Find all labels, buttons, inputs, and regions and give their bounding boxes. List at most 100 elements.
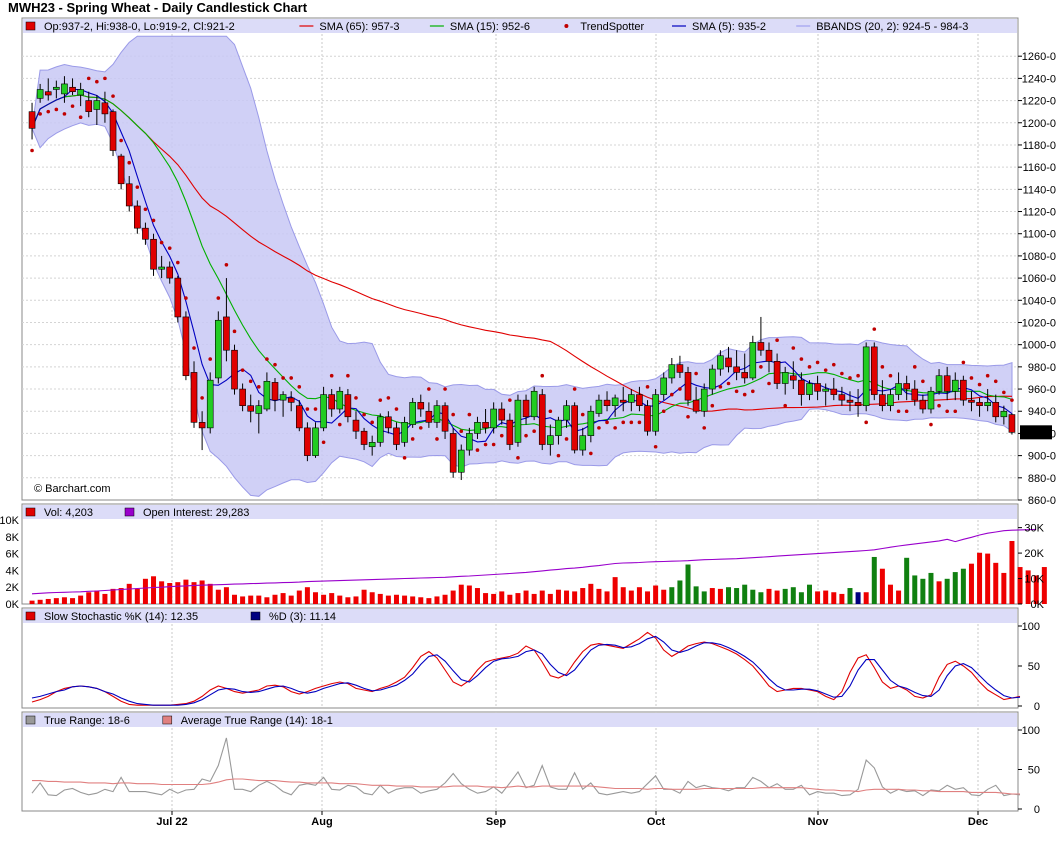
price-tick-label: 1080-0 xyxy=(1022,251,1056,263)
trendspotter-dot xyxy=(70,104,75,108)
volume-bar xyxy=(620,587,626,604)
candle-body xyxy=(595,399,603,414)
trendspotter-dot xyxy=(103,76,107,81)
candle-body xyxy=(223,316,230,351)
stoch-tick-label: 50 xyxy=(1028,661,1040,673)
volume-bar xyxy=(134,588,140,604)
candle-body xyxy=(360,430,368,445)
trendspotter-dot xyxy=(499,433,504,438)
volume-bar xyxy=(968,563,974,604)
candle-body xyxy=(571,405,578,451)
trendspotter-dot xyxy=(580,412,585,417)
volume-bar xyxy=(572,591,578,604)
volume-bar xyxy=(393,594,399,604)
volume-bar xyxy=(823,590,829,604)
volume-bar xyxy=(474,588,480,604)
volume-bar xyxy=(45,598,51,604)
x-axis-label: Aug xyxy=(311,816,332,828)
volume-bar xyxy=(896,590,902,604)
volume-bar xyxy=(928,572,934,604)
candle-body xyxy=(36,89,44,99)
volume-bar xyxy=(199,580,205,604)
volume-bar xyxy=(466,585,472,604)
trendspotter-dot xyxy=(313,407,318,411)
volume-bar xyxy=(677,580,683,604)
candle-body xyxy=(28,111,36,129)
trendspotter-dot xyxy=(548,409,553,414)
trendspotter-dot xyxy=(443,387,447,391)
candle-body xyxy=(506,419,514,445)
trendspotter-dot xyxy=(337,422,342,427)
price-tick-label: 1000-0 xyxy=(1022,340,1056,352)
candle-body xyxy=(684,372,692,401)
candle-body xyxy=(822,388,829,392)
candle-body xyxy=(846,399,854,403)
volume-bar xyxy=(985,553,991,604)
volume-bar xyxy=(61,597,67,604)
candle-body xyxy=(530,390,538,418)
volume-left-tick: 2K xyxy=(6,582,20,594)
candle-body xyxy=(344,394,352,418)
volume-bar xyxy=(402,595,408,604)
volume-bar xyxy=(515,593,521,604)
trendspotter-dot xyxy=(953,409,958,414)
trendspotter-dot xyxy=(208,357,213,361)
volume-bar xyxy=(782,588,788,604)
volume-bar xyxy=(361,589,367,604)
candle-body xyxy=(376,416,384,443)
trendspotter-dot xyxy=(742,392,747,397)
volume-bar xyxy=(142,578,148,604)
candle-body xyxy=(838,394,846,401)
trendspotter-dot xyxy=(159,240,164,245)
volume-bar xyxy=(248,595,254,604)
price-tick-label: 1240-0 xyxy=(1022,73,1056,85)
candle-body xyxy=(134,205,141,229)
trendspotter-dot xyxy=(848,376,852,380)
candle-body xyxy=(287,397,295,403)
trendspotter-dot xyxy=(370,420,374,425)
candle-body xyxy=(555,419,562,436)
volume-bar xyxy=(887,584,893,604)
volume-bar xyxy=(815,591,821,604)
candle-body xyxy=(854,402,862,406)
candle-body xyxy=(879,394,886,406)
candle-body xyxy=(101,102,109,115)
volume-bar xyxy=(863,592,869,604)
candle-body xyxy=(304,427,311,456)
trendspotter-dot xyxy=(427,387,431,391)
candle-body xyxy=(320,394,327,429)
watermark: © Barchart.com xyxy=(34,483,111,495)
candle-body xyxy=(733,366,740,373)
trendspotter-dot xyxy=(993,379,998,384)
trendspotter-dot xyxy=(694,371,698,376)
candle-body xyxy=(749,342,757,379)
volume-bar xyxy=(547,593,553,604)
volume-bar xyxy=(183,579,189,604)
trendspotter-dot xyxy=(977,382,982,387)
volume-legend-1: Open Interest: 29,283 xyxy=(143,507,249,519)
volume-bar xyxy=(337,595,343,604)
atr-tick-label: 100 xyxy=(1022,725,1040,737)
atr-legend-bar xyxy=(23,713,1017,727)
price-legend-3: TrendSpotter xyxy=(580,21,644,33)
volume-bar xyxy=(847,588,853,604)
trendspotter-dot xyxy=(451,412,455,417)
volume-bar xyxy=(742,584,748,604)
candle-body xyxy=(619,399,627,403)
volume-bar xyxy=(944,578,950,604)
price-legend-1: SMA (65): 957-3 xyxy=(319,21,399,33)
volume-bar xyxy=(312,592,318,604)
x-axis-label: Oct xyxy=(647,816,666,828)
candle-body xyxy=(474,422,481,434)
volume-bar xyxy=(118,588,124,604)
volume-right-tick: 0K xyxy=(1031,599,1045,611)
candle-body xyxy=(976,402,983,406)
price-legend-2: SMA (15): 952-6 xyxy=(450,21,530,33)
candle-body xyxy=(425,410,433,423)
stoch-tick-label: 0 xyxy=(1034,701,1040,713)
trendspotter-dot xyxy=(718,385,723,389)
candle-body xyxy=(125,183,133,207)
trendspotter-dot xyxy=(921,379,925,384)
volume-bar xyxy=(693,586,699,604)
price-legend-4: SMA (5): 935-2 xyxy=(692,21,766,33)
